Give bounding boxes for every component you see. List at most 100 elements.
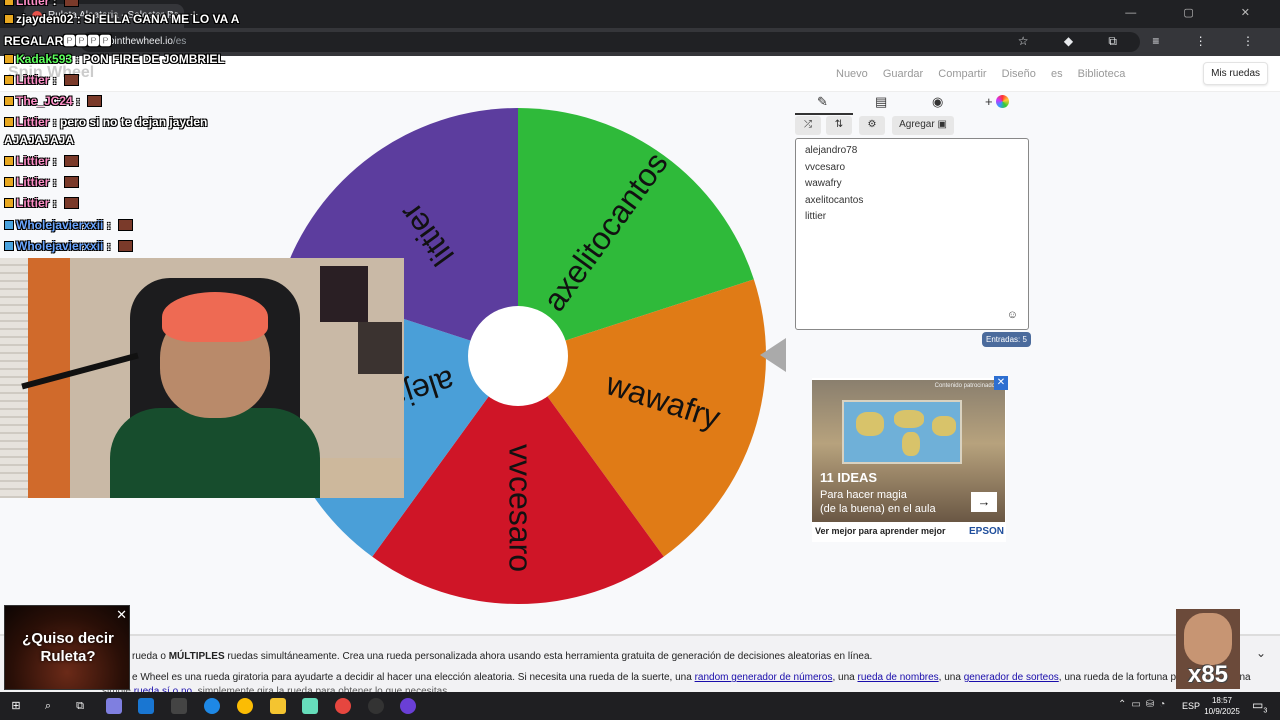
chat-separator: : <box>103 239 115 253</box>
chat-badge-icon <box>4 14 14 24</box>
link-random-numbers[interactable]: random generador de números <box>695 672 833 683</box>
chat-username: Littier <box>16 73 50 87</box>
ad-cta[interactable]: Ver mejor para aprender mejor <box>815 526 946 536</box>
ad-body-line: Para hacer magia <box>820 489 907 501</box>
chrome-active-icon[interactable] <box>335 698 351 714</box>
chat-badge-icon <box>4 241 14 251</box>
roulette-popup[interactable]: ¿Quiso decir Ruleta? ✕ <box>4 605 130 690</box>
language-indicator[interactable]: ESP <box>1182 701 1200 711</box>
emote-count: x85 <box>1187 661 1229 688</box>
copilot-icon[interactable] <box>106 698 122 714</box>
image-icon: ▣ <box>937 119 947 130</box>
link-raffle-generator[interactable]: generador de sorteos <box>964 672 1059 683</box>
menu-compartir[interactable]: Compartir <box>938 68 986 80</box>
chat-badge-icon <box>4 96 14 106</box>
wheel-hub[interactable] <box>468 306 568 406</box>
chat-text: REGALAR🅿🅿🅿🅿 <box>4 34 112 48</box>
clock[interactable]: 18:57 10/9/2025 <box>1202 695 1242 717</box>
entry-line: axelitocantos <box>805 194 864 206</box>
link-name-wheel[interactable]: rueda de nombres <box>857 672 938 683</box>
cam-blinds <box>0 258 28 498</box>
chat-separator: : <box>49 0 61 8</box>
info-paragraph-2: e Wheel es una rueda giratoria para ayud… <box>132 672 1251 683</box>
entry-line: vvcesaro <box>805 161 846 173</box>
chat-message: zjayden02 : SI ELLA GANA ME LO VA A <box>4 12 239 26</box>
ad-close-icon[interactable]: ✕ <box>994 376 1008 390</box>
ad-brand-logo[interactable]: EPSON <box>969 526 1004 537</box>
tab-edit-pencil-icon[interactable]: ✎ <box>817 94 828 110</box>
emote-combo-popup: x85 <box>1176 609 1240 689</box>
stream-chat-overlay: Littier : zjayden02 : SI ELLA GANA ME LO… <box>0 0 260 260</box>
chat-emote-icon <box>64 74 80 86</box>
chat-separator: : <box>72 52 83 66</box>
mis-ruedas-button[interactable]: Mis ruedas <box>1203 62 1268 85</box>
search-icon[interactable]: ⌕ <box>40 698 56 714</box>
tab-hide-eye-slash-icon[interactable]: ◉ <box>932 94 943 110</box>
info-section: rueda o MÚLTIPLES ruedas simultáneamente… <box>0 634 1280 697</box>
chat-username: zjayden02 <box>16 12 74 26</box>
tab-results-clipboard-icon[interactable]: ▤ <box>875 94 887 110</box>
tab-add-plus-icon[interactable]: + <box>985 94 1010 109</box>
menu-guardar[interactable]: Guardar <box>883 68 923 80</box>
app-purple-icon[interactable] <box>400 698 416 714</box>
edge-icon[interactable] <box>204 698 220 714</box>
windows-taskbar: ⊞ ⌕ ⧉ ⌃▭⛁◔ ESP 18:57 10/9/2025 ▭3 <box>0 692 1280 720</box>
menu-biblioteca[interactable]: Biblioteca <box>1078 68 1126 80</box>
site-menu: Nuevo Guardar Compartir Diseño es Biblio… <box>836 68 1137 80</box>
ad-image[interactable]: Contenido patrocinado 11 IDEAS Para hace… <box>812 380 1005 522</box>
clock-time: 18:57 <box>1211 696 1233 705</box>
cam-person-hair <box>162 292 268 342</box>
chat-emote-icon <box>64 0 80 7</box>
chat-emote-icon <box>87 95 103 107</box>
entries-textarea[interactable]: alejandro78 vvcesaro wawafry axelitocant… <box>795 138 1029 330</box>
chrome-icon[interactable] <box>237 698 253 714</box>
roulette-close-icon[interactable]: ✕ <box>116 607 127 623</box>
menu-language[interactable]: es <box>1051 68 1063 80</box>
chat-badge-icon <box>4 54 14 64</box>
chat-separator: : <box>72 94 84 108</box>
shuffle-button[interactable]: ⤮ <box>795 116 821 135</box>
obs-icon[interactable] <box>368 698 384 714</box>
settings-gear-button[interactable]: ⚙ <box>859 116 885 135</box>
menu-nuevo[interactable]: Nuevo <box>836 68 868 80</box>
file-explorer-icon[interactable] <box>270 698 286 714</box>
browser-toolbar-icons[interactable]: ☆ ◆ ⧉ ≡ ⋮ ⋮ <box>1018 34 1270 49</box>
webcam-overlay <box>0 258 404 498</box>
chat-emote-icon <box>64 176 80 188</box>
chat-separator: : <box>49 196 61 210</box>
chat-separator: : <box>49 154 61 168</box>
ad-body: Para hacer magia (de la buena) en el aul… <box>820 488 936 516</box>
store-icon[interactable] <box>171 698 187 714</box>
chat-username: Littier <box>16 0 50 8</box>
emoji-picker-icon[interactable]: ☺ <box>1007 309 1018 321</box>
cam-table <box>310 458 404 498</box>
sort-button[interactable]: ⇅ <box>826 116 852 135</box>
ad-world-map <box>842 400 962 464</box>
entry-line: wawafry <box>805 178 842 189</box>
windows-start-icon[interactable]: ⊞ <box>8 698 24 714</box>
notification-icon[interactable]: ▭3 <box>1252 698 1267 714</box>
menu-diseno[interactable]: Diseño <box>1002 68 1036 80</box>
chat-message: AJAJAJAJA <box>4 133 74 147</box>
chat-message: The_JC24 : <box>4 94 103 108</box>
window-controls[interactable]: — ▢ ✕ <box>1125 6 1272 19</box>
chat-message: Wholejavierxxii : <box>4 218 134 232</box>
chevron-down-icon[interactable]: ⌄ <box>1256 646 1266 660</box>
ad-banner[interactable]: Contenido patrocinado 11 IDEAS Para hace… <box>812 378 1006 542</box>
chat-text: pero si no te dejan jayden <box>60 115 208 129</box>
app-icon[interactable] <box>302 698 318 714</box>
chat-badge-icon <box>4 117 14 127</box>
notification-count: 3 <box>1263 707 1268 715</box>
task-view-icon[interactable]: ⧉ <box>72 698 88 714</box>
cam-person-body <box>110 408 320 498</box>
info-text: e Wheel es una rueda giratoria para ayud… <box>132 672 695 683</box>
chat-message: Littier : <box>4 73 80 87</box>
chat-username: Littier <box>16 115 50 129</box>
agregar-button[interactable]: Agregar ▣ <box>892 116 954 135</box>
outlook-icon[interactable] <box>138 698 154 714</box>
ad-arrow-icon[interactable]: → <box>971 492 997 512</box>
system-tray-icons[interactable]: ⌃▭⛁◔ <box>1118 699 1170 710</box>
info-bold: MÚLTIPLES <box>168 651 225 662</box>
chat-separator: : <box>49 175 61 189</box>
color-wheel-icon <box>996 95 1010 108</box>
